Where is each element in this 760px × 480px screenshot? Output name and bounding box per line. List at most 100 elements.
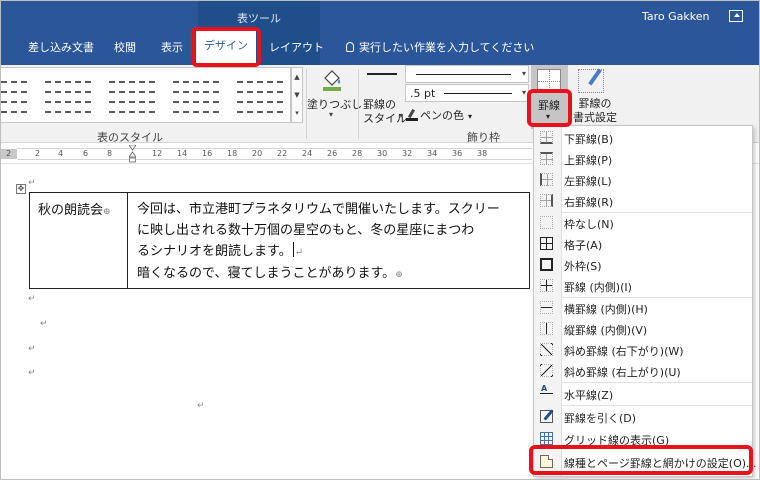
- ruler-number: 24: [302, 149, 313, 158]
- menu-item-top-border[interactable]: 上罫線(P): [534, 148, 752, 170]
- body-line: るシナリオを朗読します。: [137, 244, 292, 259]
- paragraph-mark: ↵: [28, 294, 36, 304]
- menu-item-inside-vertical[interactable]: 縦罫線 (内側)(V): [534, 318, 752, 340]
- menu-item-right-border[interactable]: 右罫線(R): [534, 190, 752, 212]
- diagonal-down-border-icon: [540, 343, 553, 356]
- scroll-down-icon[interactable]: ▼: [292, 86, 302, 104]
- paragraph-mark: ↵: [28, 178, 36, 188]
- body-line: 今回は、市立港町プラネタリウムで開催いたします。スクリー: [137, 202, 500, 217]
- menu-item-horizontal-line[interactable]: 水平線(Z): [534, 383, 752, 405]
- paragraph-mark: ↵: [40, 319, 48, 329]
- ribbon-display-options-icon[interactable]: [729, 10, 743, 22]
- borders-group-label: 飾り枠: [467, 131, 500, 144]
- menu-item-bottom-border[interactable]: 下罫線(B): [534, 127, 752, 149]
- chevron-down-icon: ▾: [521, 88, 526, 97]
- menu-item-diagonal-up[interactable]: 斜め罫線 (右上がり)(U): [534, 360, 752, 382]
- menu-item-label: 上罫線(P): [564, 154, 613, 167]
- ruler-number: 26: [327, 149, 338, 158]
- ruler-number: 32: [402, 149, 413, 158]
- table-style-thumb[interactable]: [173, 77, 219, 113]
- border-top-icon: [540, 152, 553, 165]
- gallery-scroll[interactable]: ▲ ▼ ▾: [291, 67, 303, 123]
- table-cell-body[interactable]: 今回は、市立港町プラネタリウムで開催いたします。スクリー に映し出される数十万個…: [137, 199, 527, 286]
- tab-review[interactable]: 校閲: [114, 39, 136, 55]
- border-left-icon: [540, 173, 553, 186]
- ruler-number: 20: [252, 149, 263, 158]
- shading-button[interactable]: 塗りつぶし: [307, 96, 362, 112]
- highlight-borders-button: [527, 89, 572, 127]
- ruler-number: 22: [277, 149, 288, 158]
- border-styles-dropdown-icon[interactable]: ▾: [399, 111, 403, 120]
- borders-dropdown-menu: 下罫線(B) 上罫線(P) 左罫線(L) 右罫線(R) 枠なし(N) 格子(A)…: [533, 125, 757, 477]
- tell-me-box[interactable]: 実行したい作業を入力してください: [346, 39, 534, 55]
- menu-item-label: 水平線(Z): [564, 389, 614, 402]
- draw-table-icon: [540, 410, 553, 423]
- ruler-number: 8: [107, 149, 113, 158]
- tell-me-text: 実行したい作業を入力してください: [359, 41, 535, 54]
- user-name[interactable]: Taro Gakken: [642, 10, 710, 23]
- paragraph-mark: ↵: [28, 368, 36, 378]
- menu-item-left-border[interactable]: 左罫線(L): [534, 169, 752, 191]
- cell-end-mark: ⊕: [395, 270, 403, 280]
- indent-marker-icon[interactable]: [129, 145, 136, 163]
- menu-item-draw-table[interactable]: 罫線を引く(D): [534, 406, 752, 428]
- ruler-number: 4: [58, 149, 64, 158]
- paragraph-mark: ↵: [294, 247, 304, 258]
- tab-mailings[interactable]: 差し込み文書: [28, 39, 94, 55]
- table-style-thumb[interactable]: [1, 77, 27, 113]
- body-line-with-caret: るシナリオを朗読します。 ↵: [137, 241, 527, 263]
- menu-item-label: 外枠(S): [564, 260, 602, 273]
- ruler-number: 38: [477, 149, 488, 158]
- menu-item-label: 罫線を引く(D): [564, 412, 637, 425]
- tab-layout[interactable]: レイアウト: [269, 39, 324, 55]
- pen-color-button[interactable]: ペンの色 ▾: [406, 107, 472, 123]
- menu-item-label: 斜め罫線 (右上がり)(U): [564, 366, 681, 379]
- menu-item-label: 枠なし(N): [564, 218, 614, 231]
- table-cell-title[interactable]: 秋の朗読会⊕: [38, 199, 111, 218]
- menu-item-no-border[interactable]: 枠なし(N): [534, 212, 752, 234]
- chevron-down-icon: ▾: [521, 69, 526, 78]
- table-style-thumb[interactable]: [237, 77, 283, 113]
- menu-item-all-borders[interactable]: 格子(A): [534, 233, 752, 255]
- diagonal-up-border-icon: [540, 364, 553, 377]
- menu-item-label: 右罫線(R): [564, 196, 614, 209]
- body-line-last: 暗くなるので、寝てしまうことがあります。⊕: [137, 263, 527, 286]
- shading-bucket-icon[interactable]: [321, 68, 343, 92]
- ruler-number: 14: [177, 149, 188, 158]
- no-border-icon: [540, 216, 553, 229]
- menu-item-diagonal-down[interactable]: 斜め罫線 (右下がり)(W): [534, 339, 752, 361]
- tab-view[interactable]: 表示: [161, 39, 183, 55]
- horizontal-line-icon: [540, 384, 553, 400]
- border-painter-label: 罫線の 書式設定: [573, 97, 617, 124]
- gallery-more-icon[interactable]: ▾: [292, 104, 302, 122]
- menu-item-label: 横罫線 (内側)(H): [564, 303, 648, 316]
- pen-color-label: ペンの色: [420, 109, 464, 122]
- table-style-thumb[interactable]: [109, 77, 155, 113]
- table-move-handle-icon[interactable]: ✥: [16, 184, 26, 194]
- ruler-number: 2: [6, 149, 12, 158]
- table-styles-gallery[interactable]: [1, 67, 291, 123]
- shading-dropdown-icon[interactable]: ▾: [329, 110, 333, 119]
- word-table[interactable]: 秋の朗読会⊕ 今回は、市立港町プラネタリウムで開催いたします。スクリー に映し出…: [29, 192, 530, 289]
- border-painter-button[interactable]: 罫線の 書式設定: [573, 97, 617, 125]
- line-weight-select[interactable]: .5 pt ▾: [405, 84, 529, 102]
- table-column-divider: [127, 193, 128, 288]
- body-line: 暗くなるので、寝てしまうことがあります。: [137, 266, 396, 281]
- border-painter-icon[interactable]: [578, 69, 604, 93]
- view-gridlines-icon: [540, 432, 553, 445]
- chevron-down-icon: ▾: [468, 112, 473, 121]
- menu-item-label: 斜め罫線 (右下がり)(W): [564, 345, 684, 358]
- scroll-up-icon[interactable]: ▲: [292, 68, 302, 86]
- table-style-thumb[interactable]: [45, 77, 91, 113]
- border-styles-icon[interactable]: [367, 73, 397, 75]
- menu-item-inside-horizontal[interactable]: 横罫線 (内側)(H): [534, 297, 752, 319]
- menu-item-outside-borders[interactable]: 外枠(S): [534, 254, 752, 276]
- line-style-select[interactable]: ▾: [405, 65, 529, 83]
- menu-item-label: 罫線 (内側)(I): [564, 281, 632, 294]
- lightbulb-icon: [346, 42, 354, 52]
- cell-title-text: 秋の朗読会: [38, 203, 104, 218]
- inside-vertical-border-icon: [540, 322, 553, 335]
- paragraph-mark: ↵: [197, 401, 205, 411]
- menu-item-inside-borders[interactable]: 罫線 (内側)(I): [534, 275, 752, 297]
- text-cursor: [292, 242, 294, 257]
